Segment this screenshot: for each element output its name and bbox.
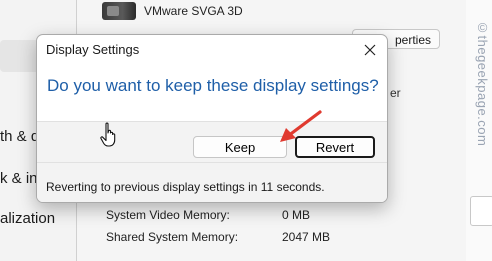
watermark: ©thegeekpage.com	[475, 20, 490, 147]
memory-label: Shared System Memory:	[106, 230, 239, 244]
nav-item-bluetooth[interactable]: th & d	[0, 128, 39, 145]
hand-cursor-icon	[100, 122, 116, 147]
countdown-status: Reverting to previous display settings i…	[46, 180, 325, 194]
annotation-arrow-icon	[280, 110, 322, 142]
confirm-question: Do you want to keep these display settin…	[47, 76, 379, 95]
keep-changes-button[interactable]: Keep changes	[193, 136, 287, 175]
status-bar: Reverting to previous display settings i…	[37, 162, 387, 202]
nav-item-personalization[interactable]: alization	[0, 210, 55, 227]
display-settings-dialog: Display Settings Do you want to keep the…	[36, 34, 388, 203]
memory-value: 2047 MB	[282, 230, 331, 244]
close-button[interactable]	[353, 35, 387, 65]
display-adapter-icon	[102, 2, 136, 20]
close-icon	[364, 44, 376, 56]
adapter-info-fragment: er	[390, 86, 401, 100]
dialog-title: Display Settings	[46, 42, 140, 57]
adapter-name: VMware SVGA 3D	[144, 4, 243, 18]
memory-label: System Video Memory:	[106, 208, 230, 222]
dialog-titlebar: Display Settings	[37, 35, 387, 65]
adapter-row: VMware SVGA 3D	[102, 0, 243, 22]
memory-value: 0 MB	[282, 208, 311, 222]
